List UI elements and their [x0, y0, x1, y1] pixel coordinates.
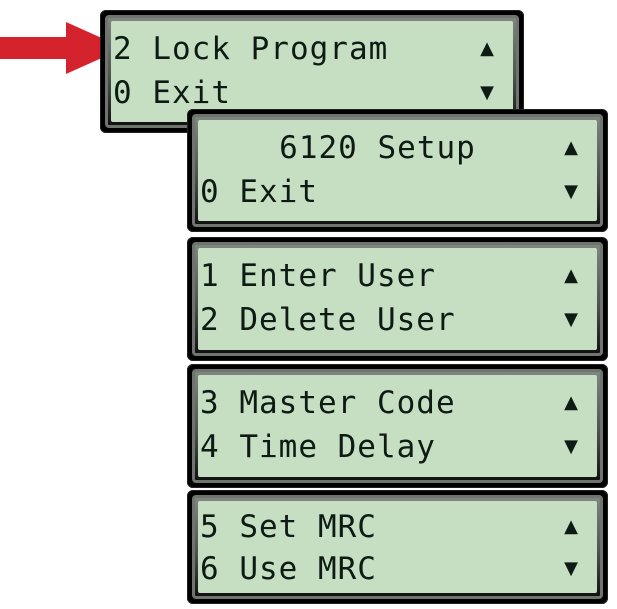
lcd-line-1: 5 Set MRC ▲ — [198, 505, 597, 549]
scroll-down-icon: ▼ — [480, 82, 495, 103]
menu-option-use-mrc[interactable]: 6 Use MRC — [198, 553, 377, 585]
scroll-down-icon: ▼ — [564, 436, 579, 457]
menu-option-exit[interactable]: 0 Exit — [198, 176, 318, 208]
lcd-display: 2 Lock Program ▲ 0 Exit ▼ — [111, 21, 513, 122]
menu-option-lock-program[interactable]: 2 Lock Program — [111, 33, 388, 65]
scroll-up-icon: ▲ — [564, 137, 579, 158]
menu-option-delete-user[interactable]: 2 Delete User — [198, 304, 456, 336]
lcd-screen-6120-setup: 6120 Setup ▲ 0 Exit ▼ — [187, 109, 608, 232]
scroll-down-icon: ▼ — [564, 181, 579, 202]
lcd-line-2: 4 Time Delay ▼ — [198, 425, 597, 469]
lcd-line-1: 1 Enter User ▲ — [198, 254, 597, 298]
lcd-display: 1 Enter User ▲ 2 Delete User ▼ — [198, 248, 597, 350]
lcd-screen-master-code: 3 Master Code ▲ 4 Time Delay ▼ — [187, 364, 608, 488]
lcd-display: 3 Master Code ▲ 4 Time Delay ▼ — [198, 375, 597, 477]
lcd-line-1: 2 Lock Program ▲ — [111, 27, 513, 71]
lcd-display: 6120 Setup ▲ 0 Exit ▼ — [198, 120, 597, 221]
lcd-line-1: 6120 Setup ▲ — [198, 126, 597, 170]
menu-option-time-delay[interactable]: 4 Time Delay — [198, 431, 436, 463]
lcd-line-1: 3 Master Code ▲ — [198, 381, 597, 425]
menu-option-exit[interactable]: 0 Exit — [111, 77, 231, 109]
lcd-line-2: 0 Exit ▼ — [198, 170, 597, 214]
scroll-up-icon: ▲ — [564, 516, 579, 537]
lcd-display: 5 Set MRC ▲ 6 Use MRC ▼ — [198, 501, 597, 593]
lcd-screen-user-menu: 1 Enter User ▲ 2 Delete User ▼ — [187, 237, 608, 361]
lcd-title: 6120 Setup — [279, 129, 476, 166]
scroll-down-icon: ▼ — [564, 309, 579, 330]
menu-option-enter-user[interactable]: 1 Enter User — [198, 260, 436, 292]
lcd-line-2: 6 Use MRC ▼ — [198, 547, 597, 591]
scroll-up-icon: ▲ — [480, 38, 495, 59]
menu-option-master-code[interactable]: 3 Master Code — [198, 387, 456, 419]
lcd-line-2: 2 Delete User ▼ — [198, 298, 597, 342]
scroll-up-icon: ▲ — [564, 392, 579, 413]
lcd-screen-mrc: 5 Set MRC ▲ 6 Use MRC ▼ — [187, 490, 608, 604]
menu-option-set-mrc[interactable]: 5 Set MRC — [198, 511, 377, 543]
scroll-down-icon: ▼ — [564, 558, 579, 579]
scroll-up-icon: ▲ — [564, 265, 579, 286]
